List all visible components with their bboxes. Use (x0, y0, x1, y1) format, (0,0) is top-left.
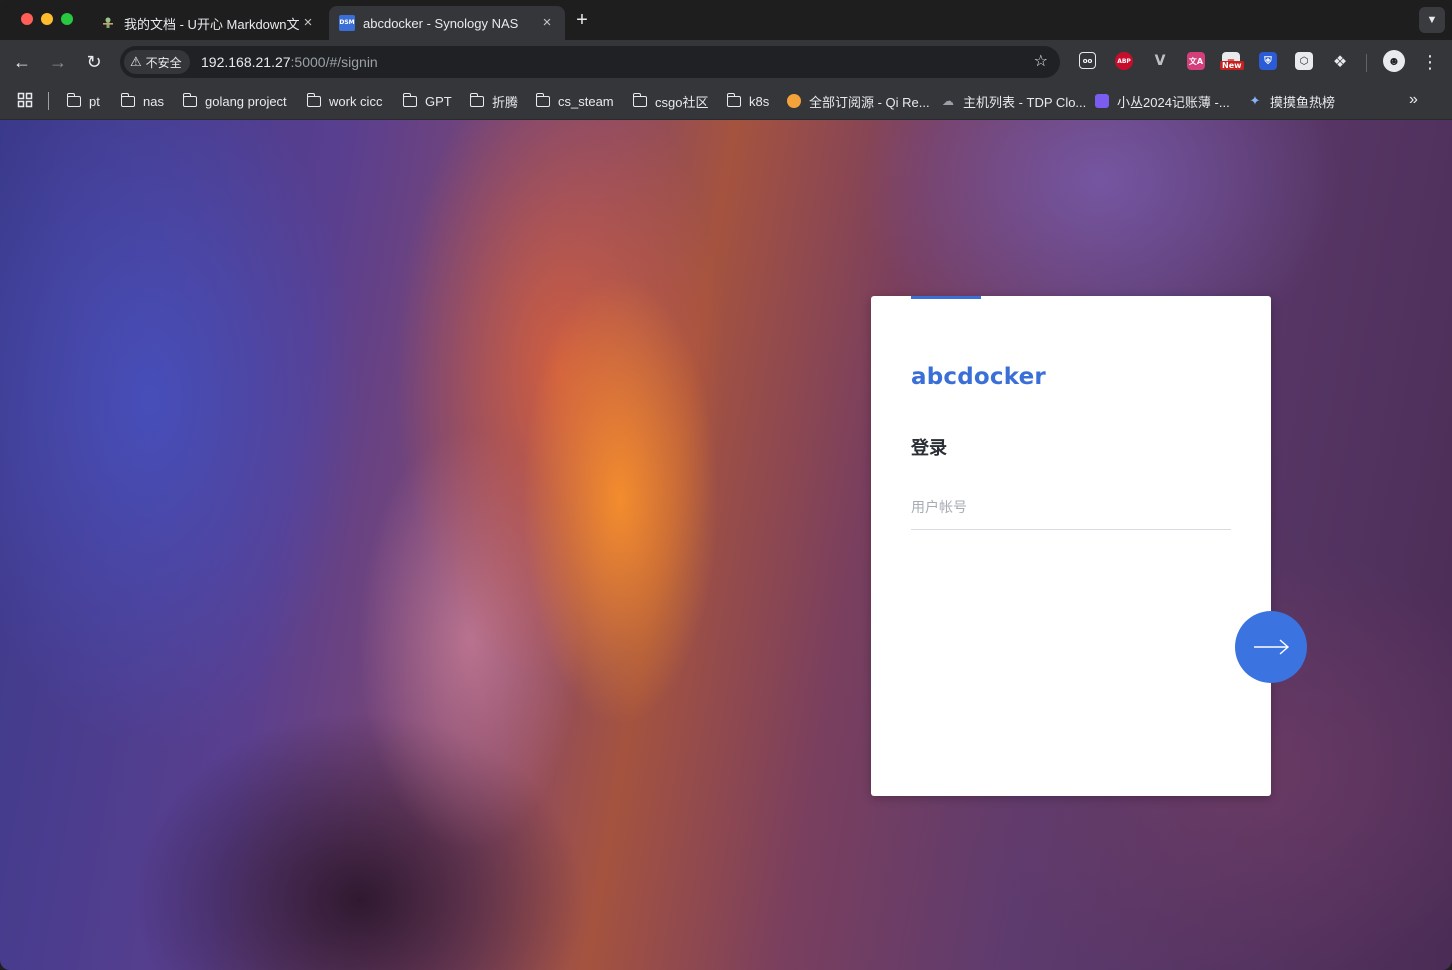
cloud-icon: ☁ (942, 94, 954, 108)
reload-button[interactable]: ↻ (82, 50, 106, 74)
bookmark-label: 主机列表 - TDP Clo... (963, 94, 1087, 110)
folder-icon (402, 92, 418, 108)
canyon-background: abcdocker 登录 (0, 120, 1452, 970)
bookmark-star-icon[interactable]: ☆ (1034, 51, 1048, 71)
back-button[interactable]: ← (10, 50, 34, 74)
bookmark-folder-nas[interactable]: nas (120, 90, 164, 112)
bookmark-folder-csgo-community[interactable]: csgo社区 (632, 90, 708, 112)
tab-search-chevron-icon[interactable]: ▼ (1419, 7, 1445, 33)
ledger-icon (1094, 94, 1110, 108)
bookmark-link-moyu-hot[interactable]: ✦ 摸摸鱼热榜 (1247, 90, 1335, 112)
maximize-window-button[interactable] (61, 13, 73, 25)
bookmark-link-qi-reader[interactable]: 全部订阅源 - Qi Re... (786, 90, 930, 112)
bookmark-label: nas (143, 93, 164, 109)
more-bookmarks-chevron-icon[interactable]: » (1409, 91, 1418, 109)
address-bar[interactable]: ⚠ 不安全 192.168.21.27:5000/#/signin ☆ (120, 46, 1060, 78)
bookmark-label: 小丛2024记账薄 -... (1117, 94, 1230, 110)
bookmark-label: golang project (205, 93, 287, 109)
bookmark-label: GPT (425, 93, 452, 109)
goggles-extension-icon[interactable]: oo (1079, 52, 1096, 69)
toolbar-divider (1366, 54, 1367, 72)
rss-icon (786, 94, 802, 108)
card-accent-bar (911, 296, 981, 299)
bookmark-label: work cicc (329, 93, 383, 109)
folder-icon (535, 92, 551, 108)
minimize-window-button[interactable] (41, 13, 53, 25)
arrow-right-icon (1254, 639, 1290, 655)
dsm-favicon-icon: DSM (339, 15, 355, 31)
tab-title: 我的文档 - U开心 Markdown文 (124, 16, 300, 32)
bookmarks-bar: pt nas golang project work cicc GPT 折腾 c… (0, 84, 1452, 120)
new-badge-extension-icon[interactable]: ▦ New (1220, 52, 1244, 70)
forward-button[interactable]: → (46, 50, 70, 74)
url-host: 192.168.21.27 (201, 54, 291, 70)
security-label: 不安全 (145, 55, 182, 70)
folder-icon (469, 92, 485, 108)
tab-markdown-docs[interactable]: 我的文档 - U开心 Markdown文 × (90, 6, 326, 40)
next-button[interactable] (1235, 611, 1307, 683)
browser-menu-icon[interactable]: ⋮ (1420, 50, 1440, 74)
bookmark-label: 全部订阅源 - Qi Re... (809, 94, 930, 110)
bookmark-label: csgo社区 (655, 94, 709, 110)
folder-icon (632, 92, 648, 108)
close-tab-icon[interactable]: × (539, 15, 555, 31)
extensions-puzzle-icon[interactable]: ❖ (1331, 52, 1349, 71)
sign-in-heading: 登录 (911, 438, 947, 459)
url-path: :5000/#/signin (290, 54, 378, 70)
bookmark-folder-tinkering[interactable]: 折腾 (469, 90, 518, 112)
login-card: abcdocker 登录 (871, 296, 1271, 796)
close-tab-icon[interactable]: × (300, 15, 316, 31)
new-badge: New (1220, 61, 1244, 70)
apps-grid-icon[interactable] (17, 92, 35, 110)
bookmark-label: cs_steam (558, 93, 614, 109)
bitwarden-extension-icon[interactable]: ⛨ (1259, 52, 1277, 70)
tab-synology-nas[interactable]: DSM abcdocker - Synology NAS × (329, 6, 565, 40)
bookmark-folder-work-cicc[interactable]: work cicc (306, 90, 382, 112)
folder-icon (66, 92, 82, 108)
bookmark-label: k8s (749, 93, 770, 109)
close-window-button[interactable] (21, 13, 33, 25)
new-tab-button[interactable]: + (572, 9, 592, 31)
hexagon-extension-icon[interactable]: ⬡ (1295, 52, 1313, 70)
warning-triangle-icon: ⚠ (130, 54, 142, 69)
folder-icon (182, 92, 198, 108)
browser-window: 我的文档 - U开心 Markdown文 × DSM abcdocker - S… (0, 0, 1452, 970)
bookmark-folder-k8s[interactable]: k8s (726, 90, 769, 112)
fish-icon: ✦ (1249, 93, 1261, 108)
folder-icon (120, 92, 136, 108)
profile-avatar[interactable]: ☻ (1383, 50, 1405, 72)
folder-icon (726, 92, 742, 108)
tab-title: abcdocker - Synology NAS (363, 15, 519, 31)
bookmark-label: 折腾 (492, 94, 519, 110)
bookmark-link-ledger[interactable]: 小丛2024记账薄 -... (1094, 90, 1230, 112)
username-input[interactable] (911, 486, 1231, 530)
bookmark-folder-golang-project[interactable]: golang project (182, 90, 287, 112)
folder-icon (306, 92, 322, 108)
bookmark-folder-gpt[interactable]: GPT (402, 90, 452, 112)
adblock-plus-extension-icon[interactable]: ABP (1115, 52, 1133, 70)
tab-strip: 我的文档 - U开心 Markdown文 × DSM abcdocker - S… (0, 0, 1452, 40)
bookmark-label: pt (89, 93, 100, 109)
bookmark-folder-pt[interactable]: pt (66, 90, 100, 112)
bookmark-link-tdp-cloud[interactable]: ☁ 主机列表 - TDP Clo... (940, 90, 1086, 112)
security-chip[interactable]: ⚠ 不安全 (124, 50, 190, 74)
bookmark-label: 摸摸鱼热榜 (1270, 94, 1336, 110)
bookmarks-divider (48, 92, 49, 110)
translate-extension-icon[interactable]: 文A (1187, 52, 1205, 70)
url-text[interactable]: 192.168.21.27:5000/#/signin (201, 54, 378, 70)
toolbar: ← → ↻ ⚠ 不安全 192.168.21.27:5000/#/signin … (0, 40, 1452, 84)
nas-brand-name: abcdocker (911, 364, 1046, 390)
u-kaixin-favicon-icon (100, 15, 116, 31)
bookmark-folder-cs-steam[interactable]: cs_steam (535, 90, 614, 112)
vimium-extension-icon[interactable]: V (1151, 52, 1169, 70)
